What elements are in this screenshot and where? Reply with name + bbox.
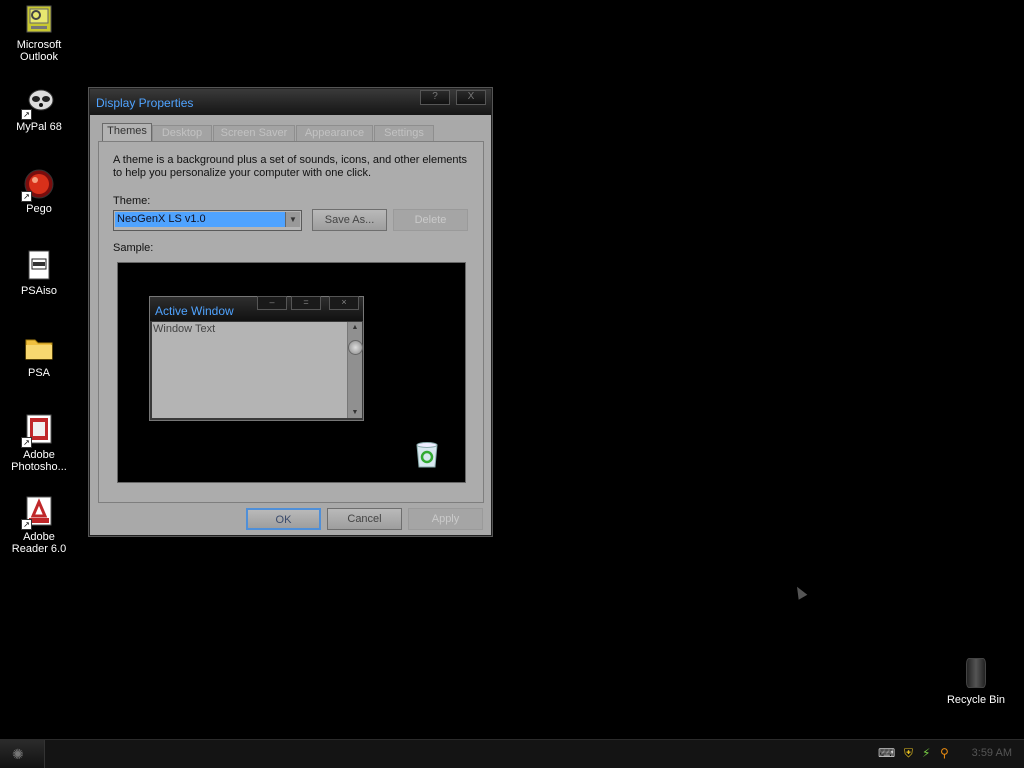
themes-panel: A theme is a background plus a set of so… [98,141,484,503]
apply-button[interactable]: Apply [408,508,483,530]
sample-window-title: Active Window [155,304,234,318]
cancel-button[interactable]: Cancel [327,508,402,530]
desktop-icon-label: PSA [27,367,50,379]
tab-settings[interactable]: Settings [374,125,434,141]
recycle-bin-icon [414,441,440,469]
theme-select-value: NeoGenX LS v1.0 [115,212,285,227]
desktop-icon-mypal[interactable]: ↗ MyPal 68 [1,86,77,133]
desktop-icon-label: Recycle Bin [946,694,1006,706]
theme-label: Theme: [113,195,151,207]
desktop-icon-psa[interactable]: PSA [1,332,77,379]
desktop-icon-label: Adobe [23,449,55,461]
shortcut-arrow-icon: ↗ [21,191,32,202]
clock[interactable]: 3:59 AM [972,747,1012,759]
file-icon [23,250,55,282]
sample-window-text: Window Text [153,323,216,335]
theme-description: A theme is a background plus a set of so… [113,154,473,180]
shortcut-arrow-icon: ↗ [21,519,32,530]
pego-icon: ↗ [21,168,55,202]
taskbar: ✺ ⌨ ⛨ ⚡ ⚲ 3:59 AM [0,739,1024,768]
ok-button[interactable]: OK [246,508,321,530]
search-icon[interactable]: ⚲ [940,746,949,760]
sample-window-body: Window Text [152,322,347,418]
desktop-icon-label: Outlook [20,51,58,63]
minimize-icon: – [257,296,287,310]
description-line: to help you personalize your computer wi… [113,167,372,179]
tab-appearance[interactable]: Appearance [296,125,373,141]
shortcut-arrow-icon: ↗ [21,437,32,448]
tab-screen-saver[interactable]: Screen Saver [213,125,295,141]
desktop-icon-label: Microsoft [16,39,62,51]
desktop-icon-psaiso[interactable]: PSAiso [1,250,77,297]
desktop-icon-label: Pego [26,203,52,215]
desktop-icon-recycle-bin[interactable]: Recycle Bin [940,658,1012,706]
shortcut-arrow-icon: ↗ [21,109,32,120]
display-properties-dialog: Display Properties ? X Themes Desktop Sc… [89,88,492,536]
maximize-icon: = [291,296,321,310]
dialog-titlebar[interactable]: Display Properties ? X [90,89,491,115]
trash-can-icon [966,658,986,688]
sample-scrollbar: ▲ ▼ [347,322,363,418]
desktop-icon-pego[interactable]: ↗ Pego [1,168,77,215]
close-button[interactable]: X [456,90,486,105]
theme-select[interactable]: NeoGenX LS v1.0 ▼ [113,210,302,231]
desktop-icon-label: Photosho... [11,461,67,473]
scroll-thumb [348,340,363,355]
system-tray: ⌨ ⛨ ⚡ ⚲ 3:59 AM [872,740,1024,768]
desktop-icon-label: Reader 6.0 [11,543,67,555]
desktop-icon-adobe-reader[interactable]: ↗ Adobe Reader 6.0 [1,496,77,555]
start-button[interactable]: ✺ [0,740,45,768]
security-shield-icon[interactable]: ⛨ [904,746,913,761]
close-icon: × [329,296,359,310]
outlook-icon [23,4,55,36]
dialog-title: Display Properties [96,96,194,110]
folder-icon [23,332,55,364]
network-icon[interactable]: ⚡ [922,746,930,760]
scroll-down-icon: ▼ [351,409,359,416]
adobe-reader-icon: ↗ [21,496,55,530]
sample-active-window: Active Window – = × Window Text ▲ ▼ [149,296,364,421]
theme-sample-preview: Active Window – = × Window Text ▲ ▼ [117,262,466,483]
desktop-icon-label: MyPal 68 [16,121,62,133]
delete-button[interactable]: Delete [393,209,468,231]
desktop-icon-outlook[interactable]: Microsoft Outlook [1,4,77,63]
adobe-photoshop-icon: ↗ [21,414,55,448]
mouse-cursor-icon [792,584,808,600]
raccoon-icon: ↗ [21,86,55,120]
sample-window-titlebar: Active Window – = × [150,296,363,321]
help-button[interactable]: ? [420,90,450,105]
start-logo-icon: ✺ [12,746,24,762]
description-line: A theme is a background plus a set of so… [113,154,468,166]
desktop-icon-photoshop[interactable]: ↗ Adobe Photosho... [1,414,77,473]
tab-themes[interactable]: Themes [102,123,152,142]
desktop-icon-label: PSAiso [20,285,58,297]
chevron-down-icon[interactable]: ▼ [285,212,300,227]
sample-label: Sample: [113,242,154,254]
save-as-button[interactable]: Save As... [312,209,387,231]
tab-desktop[interactable]: Desktop [152,125,212,141]
desktop-icon-label: Adobe [23,531,55,543]
scroll-up-icon: ▲ [351,324,359,331]
keyboard-icon[interactable]: ⌨ [878,746,895,760]
